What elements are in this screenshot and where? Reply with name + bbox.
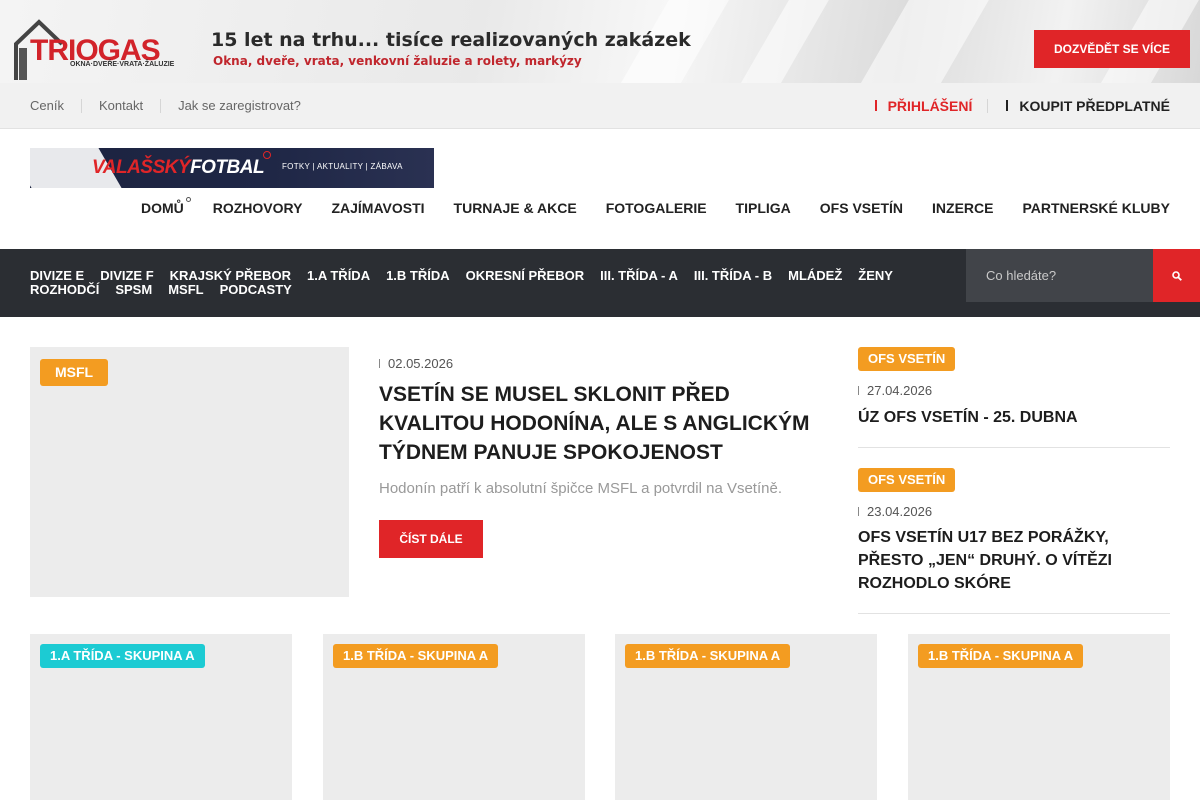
calendar-icon: [858, 386, 861, 395]
card-category-badge[interactable]: 1.B TŘÍDA - SKUPINA A: [333, 644, 499, 668]
category-krajsky-prebor[interactable]: KRAJSKÝ PŘEBOR: [170, 269, 291, 283]
divider: [858, 613, 1170, 614]
featured-category-badge[interactable]: MSFL: [40, 359, 109, 386]
sidebar-date-text: 27.04.2026: [867, 383, 933, 398]
article-card[interactable]: 1.B TŘÍDA - SKUPINA A: [323, 634, 585, 800]
category-1a-trida[interactable]: 1.A TŘÍDA: [307, 269, 370, 283]
category-list: DIVIZE E DIVIZE F KRAJSKÝ PŘEBOR 1.A TŘÍ…: [30, 269, 930, 297]
logo-wordmark: VALAŠSKÝFOTBAL: [92, 157, 265, 178]
category-msfl[interactable]: MSFL: [168, 283, 203, 297]
divider: [80, 98, 82, 113]
featured-article-excerpt: Hodonín patří k absolutní špičce MSFL a …: [379, 480, 782, 497]
search-input[interactable]: [966, 249, 1153, 302]
divider: [160, 98, 162, 113]
login-label: PŘIHLÁŠENÍ: [887, 97, 973, 114]
category-divize-f[interactable]: DIVIZE F: [100, 269, 153, 283]
article-card[interactable]: 1.A TŘÍDA - SKUPINA A: [30, 634, 292, 800]
sidebar-date-text: 23.04.2026: [867, 504, 933, 519]
top-actions: PŘIHLÁŠENÍ KOUPIT PŘEDPLATNÉ: [874, 83, 1170, 128]
top-link-register[interactable]: Jak se zaregistrovat?: [178, 98, 301, 113]
card-category-badge[interactable]: 1.B TŘÍDA - SKUPINA A: [918, 644, 1084, 668]
sidebar-category-badge[interactable]: OFS VSETÍN: [858, 347, 956, 371]
registered-icon: [263, 151, 271, 159]
search-box: [966, 249, 1153, 302]
category-rozhodci[interactable]: ROZHODČÍ: [30, 283, 99, 297]
featured-date-text: 02.05.2026: [388, 356, 454, 371]
nav-item-home[interactable]: DOMŮ: [141, 197, 191, 216]
search-button[interactable]: [1153, 249, 1200, 302]
nav-item-tipliga[interactable]: TIPLIGA: [736, 200, 791, 216]
category-divize-e[interactable]: DIVIZE E: [30, 269, 84, 283]
sidebar-article-title[interactable]: ÚZ OFS VSETÍN - 25. DUBNA: [858, 406, 1158, 429]
category-1b-trida[interactable]: 1.B TŘÍDA: [386, 269, 450, 283]
ad-brand-subtitle: OKNA·DVEŘE·VRATA·ŽALUZIE: [70, 61, 175, 68]
category-iii-trida-a[interactable]: III. TŘÍDA - A: [600, 269, 678, 283]
cart-icon: [1006, 100, 1010, 111]
sidebar-article-title[interactable]: OFS VSETÍN U17 BEZ PORÁŽKY, PŘESTO „JEN“…: [858, 526, 1158, 595]
nav-item-ofs-vsetin[interactable]: OFS VSETÍN: [820, 200, 903, 216]
category-podcasty[interactable]: PODCASTY: [220, 283, 292, 297]
nav-item-partner-clubs[interactable]: PARTNERSKÉ KLUBY: [1022, 200, 1170, 216]
divider: [987, 98, 989, 113]
ad-headline: 15 let na trhu... tisíce realizovaných z…: [211, 29, 691, 51]
buy-subscription-link[interactable]: KOUPIT PŘEDPLATNÉ: [1006, 98, 1170, 114]
sidebar-category-badge[interactable]: OFS VSETÍN: [858, 468, 956, 492]
nav-item-curiosities[interactable]: ZAJÍMAVOSTI: [331, 200, 424, 216]
article-card[interactable]: 1.B TŘÍDA - SKUPINA A: [615, 634, 877, 800]
ad-banner[interactable]: TRIOGAS OKNA·DVEŘE·VRATA·ŽALUZIE 15 let …: [0, 0, 1200, 83]
login-link[interactable]: PŘIHLÁŠENÍ: [874, 97, 973, 114]
divider: [858, 447, 1170, 448]
category-mladez[interactable]: MLÁDEŽ: [788, 269, 842, 283]
top-link-contact[interactable]: Kontakt: [99, 98, 143, 113]
card-category-badge[interactable]: 1.B TŘÍDA - SKUPINA A: [625, 644, 791, 668]
main-nav: DOMŮ ROZHOVORY ZAJÍMAVOSTI TURNAJE & AKC…: [112, 197, 1170, 216]
featured-article-image[interactable]: MSFL: [30, 347, 349, 597]
article-card[interactable]: 1.B TŘÍDA - SKUPINA A: [908, 634, 1170, 800]
logo-tagline: FOTKY | AKTUALITY | ZÁBAVA: [282, 162, 403, 171]
category-iii-trida-b[interactable]: III. TŘÍDA - B: [694, 269, 772, 283]
buy-label: KOUPIT PŘEDPLATNÉ: [1019, 97, 1170, 114]
read-more-button[interactable]: ČÍST DÁLE: [379, 520, 483, 558]
sidebar-article-date: 23.04.2026: [858, 504, 932, 519]
card-category-badge[interactable]: 1.A TŘÍDA - SKUPINA A: [40, 644, 205, 668]
category-spsm[interactable]: SPSM: [115, 283, 152, 297]
nav-item-ads[interactable]: INZERCE: [932, 200, 993, 216]
ad-subline: Okna, dveře, vrata, venkovní žaluzie a r…: [213, 54, 582, 68]
search-icon: [1171, 270, 1182, 281]
featured-date: 02.05.2026: [379, 356, 453, 371]
category-zeny[interactable]: ŽENY: [858, 269, 893, 283]
featured-article-title[interactable]: VSETÍN SE MUSEL SKLONIT PŘED KVALITOU HO…: [379, 380, 824, 467]
nav-item-tournaments[interactable]: TURNAJE & AKCE: [454, 200, 577, 216]
nav-item-photogallery[interactable]: FOTOGALERIE: [606, 200, 707, 216]
site-logo[interactable]: VALAŠSKÝFOTBAL FOTKY | AKTUALITY | ZÁBAV…: [30, 148, 434, 188]
ad-cta-button[interactable]: DOZVĚDĚT SE VÍCE: [1034, 30, 1190, 68]
top-bar: Ceník Kontakt Jak se zaregistrovat? PŘIH…: [0, 83, 1200, 129]
lock-icon: [874, 100, 879, 111]
calendar-icon: [379, 359, 382, 368]
sidebar-article-date: 27.04.2026: [858, 383, 932, 398]
top-link-pricing[interactable]: Ceník: [30, 98, 64, 113]
nav-item-interviews[interactable]: ROZHOVORY: [213, 200, 303, 216]
category-okresni-prebor[interactable]: OKRESNÍ PŘEBOR: [466, 269, 584, 283]
top-links: Ceník Kontakt Jak se zaregistrovat?: [30, 83, 301, 128]
calendar-icon: [858, 507, 861, 516]
